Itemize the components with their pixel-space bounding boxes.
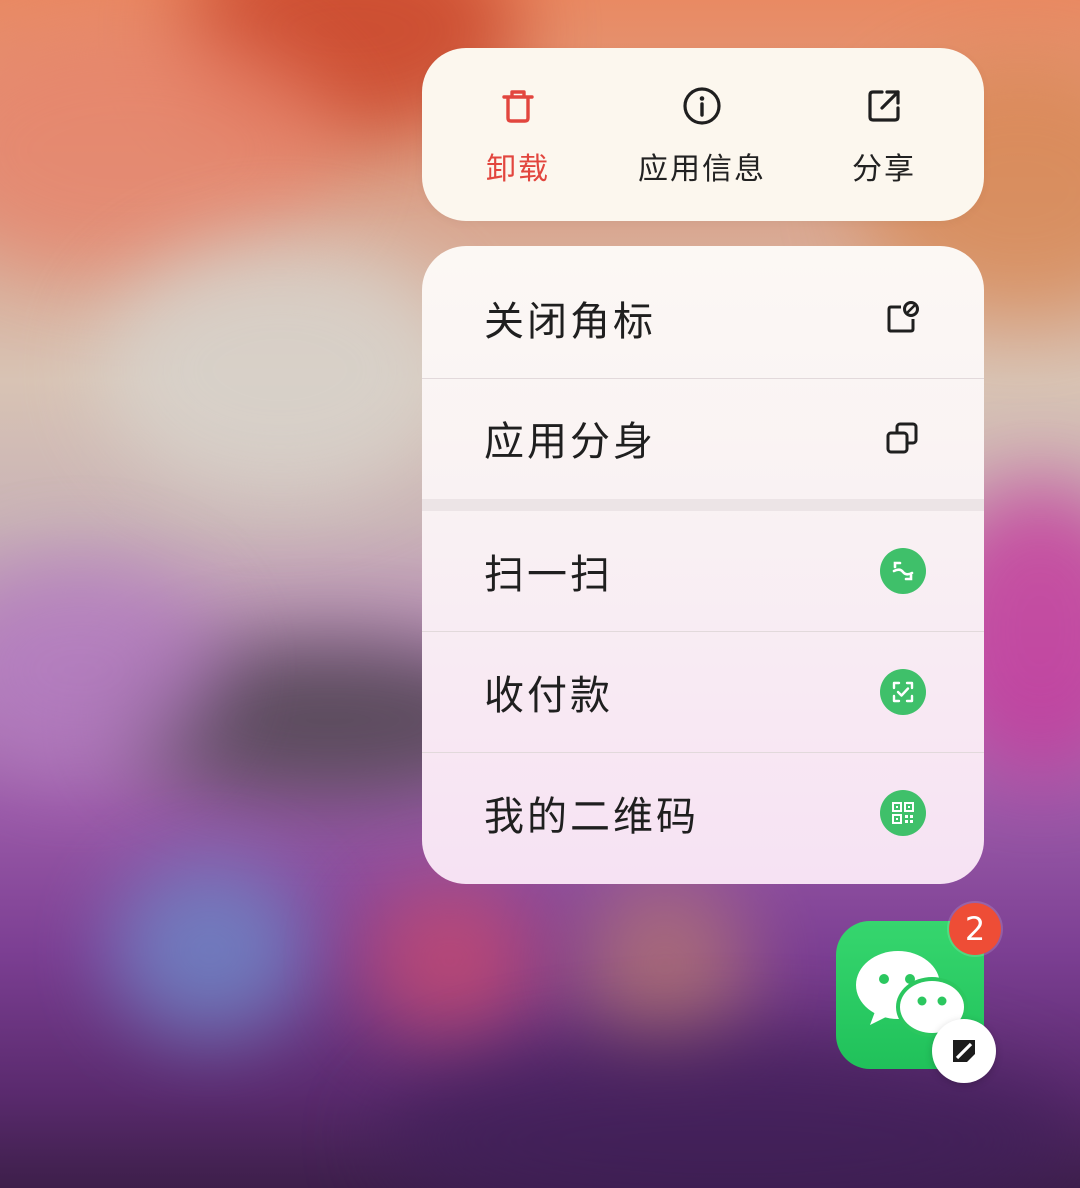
wallpaper-blur (360, 880, 540, 1040)
info-circle-icon (683, 87, 721, 125)
menu-item-close-badge[interactable]: 关闭角标 (422, 258, 984, 378)
menu-item-label: 扫一扫 (484, 552, 613, 598)
app-info-label: 应用信息 (638, 152, 766, 187)
badge-off-icon (887, 301, 919, 333)
shortcut-menu: 关闭角标 应用分身 扫一扫 收付款 我的二维码 (422, 246, 984, 884)
wallpaper-blur (100, 240, 460, 500)
menu-item-scan[interactable]: 扫一扫 (422, 511, 984, 631)
edit-shortcut-icon[interactable] (932, 1019, 996, 1083)
share-button[interactable]: 分享 (794, 48, 974, 221)
group-separator (422, 499, 984, 511)
uninstall-button[interactable]: 卸载 (428, 48, 608, 221)
uninstall-label: 卸载 (486, 152, 550, 187)
menu-item-label: 我的二维码 (484, 794, 699, 840)
menu-item-label: 收付款 (484, 673, 613, 719)
app-clone-icon (886, 422, 918, 454)
menu-item-label: 关闭角标 (484, 299, 656, 345)
wallpaper-blur (110, 860, 310, 1040)
share-arrow-icon (868, 90, 900, 122)
menu-item-my-qr-code[interactable]: 我的二维码 (422, 753, 984, 873)
scan-icon (880, 548, 926, 594)
notification-badge: 2 (949, 903, 1001, 955)
wallpaper-blur (580, 880, 750, 1050)
qr-code-icon (880, 790, 926, 836)
home-screen-background: 卸载 应用信息 分享 关闭角标 应用分身 扫一扫 收付款 我的二维码 2 (0, 0, 1080, 1188)
share-label: 分享 (852, 152, 916, 187)
menu-item-label: 应用分身 (484, 419, 656, 465)
app-info-button[interactable]: 应用信息 (612, 48, 792, 221)
menu-item-app-clone[interactable]: 应用分身 (422, 378, 984, 498)
payment-scan-icon (880, 669, 926, 715)
menu-item-payment[interactable]: 收付款 (422, 632, 984, 752)
trash-icon (502, 90, 534, 123)
quick-actions-card: 卸载 应用信息 分享 (422, 48, 984, 221)
